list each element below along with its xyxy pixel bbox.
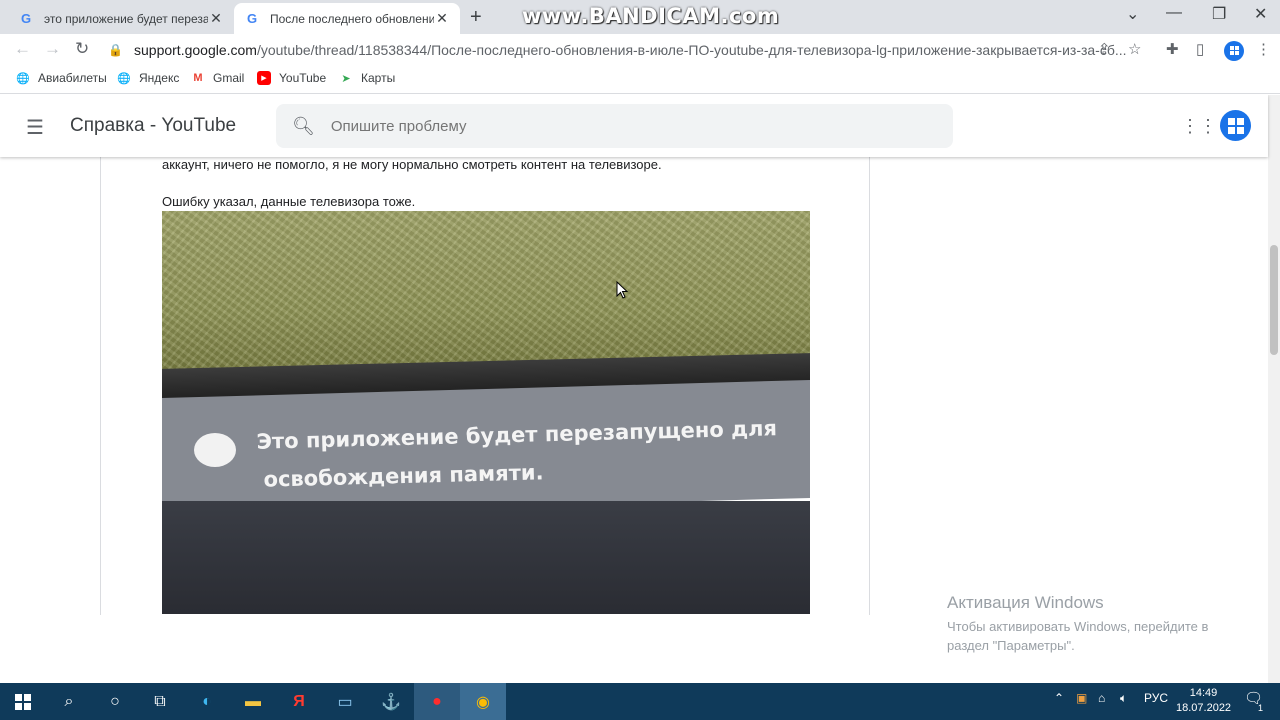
profile-avatar[interactable] <box>1224 37 1244 61</box>
browser-toolbar: ← → ↻ 🔒 support.google.com /youtube/thre… <box>0 34 1280 64</box>
globe-icon: 🌐 <box>117 72 131 85</box>
chat-bubble-icon <box>194 433 236 467</box>
mouse-cursor-icon <box>616 281 629 299</box>
page-scrollbar[interactable] <box>1268 95 1280 683</box>
notification-count: 1 <box>1258 703 1264 713</box>
show-hidden-icons-icon[interactable]: ⌃ <box>1054 691 1064 705</box>
bandicam-icon[interactable]: ● <box>414 683 460 720</box>
close-tab-icon[interactable]: ✕ <box>434 10 450 27</box>
task-view-icon[interactable]: ⧉ <box>137 683 183 720</box>
bookmark-label: Авиабилеты <box>38 71 107 85</box>
thread-post: аккаунт, ничего не помогло, я не могу но… <box>100 95 870 615</box>
page-title[interactable]: Справка - YouTube <box>70 115 236 137</box>
windows-logo-icon <box>1227 117 1244 134</box>
search-icon[interactable]: 🔍︎ <box>292 116 315 137</box>
bookmark-label: Карты <box>361 71 396 85</box>
bookmarks-bar: 🌐 Авиабилеты 🌐 Яндекс M Gmail ▶ YouTube … <box>0 64 1280 94</box>
gmail-icon: M <box>193 72 203 84</box>
bookmark-label: Яндекс <box>139 71 180 85</box>
tab-youtube-thread[interactable]: G После последнего обновления в июле ✕ <box>234 3 460 34</box>
yandex-browser-icon[interactable]: Я <box>276 683 322 720</box>
bookmark-label: Gmail <box>213 71 245 85</box>
hamburger-menu-icon[interactable]: ☰ <box>26 115 44 140</box>
volume-icon[interactable]: 🔈︎ <box>1120 691 1127 706</box>
tab-label: После последнего обновления в июле <box>270 11 434 26</box>
forward-arrow-icon[interactable]: → <box>44 39 61 59</box>
taskbar-clock[interactable]: 14:49 18.07.2022 <box>1176 686 1231 716</box>
post-photo[interactable]: Это приложение будет перезапущено для ос… <box>162 211 810 614</box>
tab-strip: G это приложение будет перезапущено ✕ G … <box>0 0 1280 34</box>
globe-icon: 🌐 <box>16 72 30 85</box>
clock-time: 14:49 <box>1189 687 1218 699</box>
restore-button[interactable]: ❐ <box>1212 4 1226 24</box>
language-indicator[interactable]: РУС <box>1144 691 1168 705</box>
close-window-button[interactable]: ✕ <box>1254 4 1267 24</box>
extensions-icon[interactable]: ✚ <box>1166 40 1179 58</box>
google-icon: G <box>246 11 258 26</box>
start-button[interactable] <box>0 683 46 720</box>
back-arrow-icon[interactable]: ← <box>14 39 31 59</box>
maps-icon: ➤ <box>341 72 351 85</box>
bookmark-yandex[interactable]: 🌐 Яндекс <box>117 71 179 85</box>
close-tab-icon[interactable]: ✕ <box>208 10 224 27</box>
page-content: ☰ Справка - YouTube 🔍︎ ⋮⋮⋮ аккаунт, ниче… <box>0 95 1280 683</box>
help-header: ☰ Справка - YouTube 🔍︎ ⋮⋮⋮ <box>0 95 1268 157</box>
bookmark-maps[interactable]: ➤ Карты <box>339 71 395 85</box>
menu-kebab-icon[interactable]: ⋮ <box>1256 40 1271 58</box>
clock-date: 18.07.2022 <box>1176 702 1232 714</box>
youtube-icon: ▶ <box>257 71 271 85</box>
bandicam-watermark: www.BANDICAM.com <box>522 4 780 28</box>
search-box[interactable]: 🔍︎ <box>276 104 953 148</box>
minimize-button[interactable]: — <box>1166 4 1182 22</box>
edge-icon[interactable]: ◐ <box>184 683 230 720</box>
game-app-icon[interactable]: ⚓ <box>368 683 414 720</box>
tray-app-icon[interactable]: ▣ <box>1076 691 1087 705</box>
address-bar[interactable]: 🔒 support.google.com /youtube/thread/118… <box>108 37 1148 62</box>
bookmark-youtube[interactable]: ▶ YouTube <box>257 71 326 85</box>
chrome-icon[interactable]: ◉ <box>460 683 506 720</box>
search-input[interactable] <box>330 117 891 135</box>
side-panel-icon[interactable]: ▯ <box>1196 40 1204 58</box>
url-path: /youtube/thread/118538344/После-последне… <box>256 41 1127 58</box>
photo-tv-screen <box>162 501 810 614</box>
windows-logo-icon <box>15 693 31 710</box>
post-text-line: аккаунт, ничего не помогло, я не могу но… <box>162 157 662 172</box>
lock-icon: 🔒 <box>108 42 123 57</box>
windows-taskbar: ⌕ ○ ⧉ ◐ ▬ Я ▭ ⚓ ● ◉ ⌃ ▣ ⌂ 🔈︎ РУС 14:49 1… <box>0 683 1280 720</box>
bookmark-gmail[interactable]: M Gmail <box>191 71 244 85</box>
file-explorer-icon[interactable]: ▬ <box>230 683 276 720</box>
windows-activation-watermark: Активация Windows Чтобы активировать Win… <box>947 593 1247 655</box>
share-icon[interactable]: ⇪ <box>1098 40 1111 58</box>
post-text-line: Ошибку указал, данные телевизора тоже. <box>162 194 416 209</box>
bookmark-star-icon[interactable]: ☆ <box>1128 40 1141 58</box>
photo-message: Это приложение будет перезапущено для ос… <box>256 409 778 499</box>
network-icon[interactable]: ⌂ <box>1098 691 1105 705</box>
cortana-icon[interactable]: ○ <box>92 683 138 720</box>
reload-icon[interactable]: ↻ <box>75 39 89 59</box>
activation-title: Активация Windows <box>947 593 1104 612</box>
google-icon: G <box>20 11 32 26</box>
search-icon[interactable]: ⌕ <box>46 683 92 720</box>
scrollbar-thumb[interactable] <box>1270 245 1278 355</box>
url-host: support.google.com <box>134 41 257 58</box>
tab-label: это приложение будет перезапущено <box>44 11 208 26</box>
tab-search-icon[interactable]: ⌄ <box>1126 4 1139 24</box>
bookmark-aviabilety[interactable]: 🌐 Авиабилеты <box>16 71 107 85</box>
bookmark-label: YouTube <box>279 71 327 85</box>
account-avatar[interactable] <box>1220 110 1251 141</box>
new-tab-button[interactable]: + <box>470 6 482 29</box>
tab-restart-app[interactable]: G это приложение будет перезапущено ✕ <box>8 3 234 34</box>
activation-text: Чтобы активировать Windows, перейдите в … <box>947 619 1209 653</box>
desktop-app-icon[interactable]: ▭ <box>322 683 368 720</box>
